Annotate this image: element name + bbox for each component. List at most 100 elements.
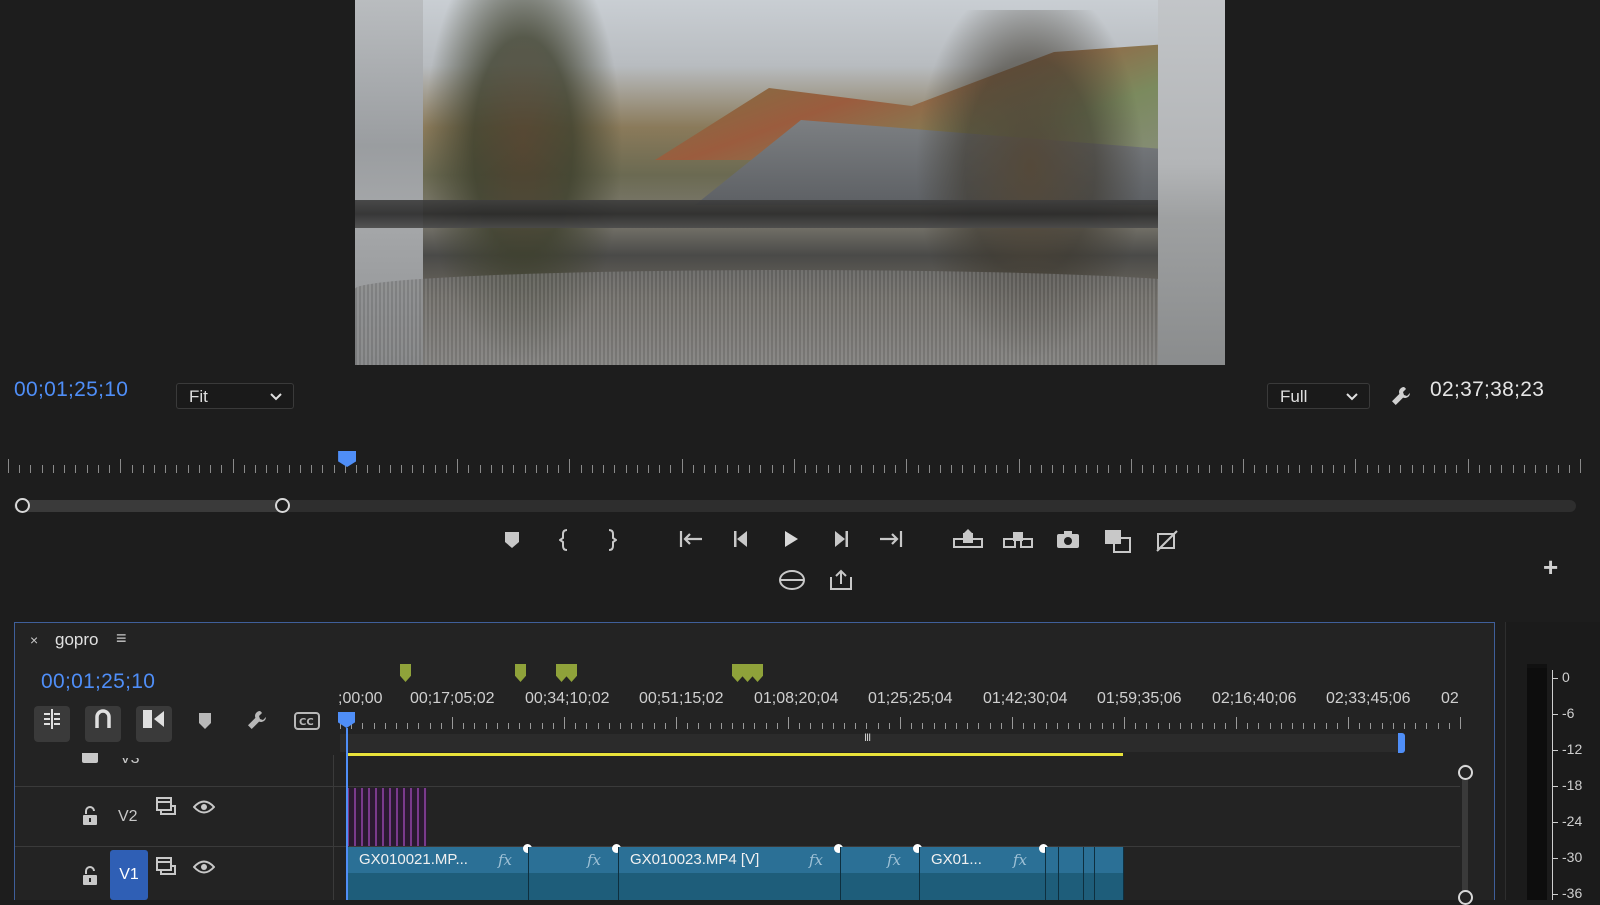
timeline-ruler-tick [743,723,745,729]
close-sequence-icon[interactable]: × [30,632,38,648]
linked-selection-button[interactable] [136,706,172,742]
timeline-clip[interactable]: GX010023.MP4 [V] fx [618,844,843,900]
export-frame-button[interactable] [1053,529,1083,559]
work-area-bar[interactable]: III [340,732,1405,752]
ruler-tick [1467,459,1469,473]
ruler-tick [1377,465,1379,473]
vr-video-button[interactable] [777,569,807,599]
fx-badge[interactable]: fx [587,851,601,869]
timeline-ruler-tick [552,723,554,729]
extract-button[interactable] [1003,529,1033,559]
timeline-settings-button[interactable] [242,709,272,739]
timeline-clip[interactable]: fx [528,844,621,900]
captions-button[interactable]: CC [292,709,322,739]
timeline-ruler-tick [1079,723,1081,729]
fit-dropdown[interactable]: Fit [176,383,294,409]
ruler-tick [1490,465,1492,473]
toggle-proxies-button[interactable] [1152,529,1182,559]
fx-badge[interactable]: fx [1013,851,1027,869]
timeline-ruler-tick [799,723,801,729]
add-marker-timeline-button[interactable] [190,709,220,739]
ruler-tick [591,465,593,473]
mark-out-icon [608,529,618,551]
timeline-clip[interactable]: fx [840,844,922,900]
ruler-tick [580,465,582,473]
db-tick [1552,786,1558,787]
track-name-v2[interactable]: V2 [118,808,138,826]
export-button[interactable] [826,569,856,599]
timeline-current-timecode[interactable]: 00;01;25;10 [41,670,155,694]
timeline-clip[interactable] [1058,847,1084,900]
db-label: -12 [1562,741,1583,757]
proxy-icon [1156,530,1178,552]
fx-badge[interactable]: fx [498,851,512,869]
add-marker-button[interactable] [497,529,527,559]
vr-icon [779,570,805,590]
vertical-zoom-handle-top[interactable] [1458,765,1473,780]
resolution-dropdown[interactable]: Full [1267,383,1370,409]
play-button[interactable] [776,529,806,559]
ruler-tick [176,465,178,473]
wrench-icon[interactable] [1390,385,1412,412]
lock-open-icon[interactable] [82,806,98,831]
go-to-out-button[interactable] [876,529,906,559]
program-time-ruler[interactable] [8,455,1581,475]
step-back-button[interactable] [727,529,757,559]
ruler-tick [951,465,953,473]
ruler-tick [1097,465,1099,473]
panel-menu-icon[interactable]: ≡ [116,628,127,649]
vertical-zoom-handle-bottom[interactable] [1458,890,1473,905]
fx-badge[interactable]: fx [809,851,823,869]
zoom-scrollbar-range[interactable] [22,500,282,512]
comparison-view-button[interactable] [1103,529,1133,559]
eye-icon[interactable] [192,860,216,879]
lock-open-icon[interactable] [82,866,98,891]
ruler-tick [962,465,964,473]
add-button[interactable]: + [1543,552,1558,583]
marker-icon [199,713,211,729]
timeline-ruler-tick [855,723,857,729]
timeline-ruler-tick [989,723,991,729]
ruler-tick [490,465,492,473]
timeline-clip[interactable] [1045,847,1059,900]
timeline-clip[interactable]: GX010021.MP... fx [347,844,532,900]
mark-in-button[interactable] [550,529,580,559]
lift-button[interactable] [953,529,983,559]
fx-badge[interactable]: fx [887,851,901,869]
timeline-ruler-tick [519,723,521,729]
snap-button[interactable] [85,706,121,742]
ruler-tick [165,465,167,473]
sync-lock-icon[interactable] [156,797,176,820]
program-current-timecode[interactable]: 00;01;25;10 [14,378,128,402]
zoom-handle-left[interactable] [15,498,30,513]
timeline-ruler-tick [821,723,823,729]
sync-lock-icon[interactable] [156,857,176,880]
mark-out-button[interactable] [596,529,626,559]
timeline-ruler-tick [463,723,465,729]
ruler-tick [153,465,155,473]
timeline-time-ruler[interactable] [340,717,1461,731]
sequence-tab-name[interactable]: gopro [55,630,98,650]
zoom-handle-right[interactable] [275,498,290,513]
timeline-ruler-tick [978,723,980,729]
ruler-tick [1153,465,1155,473]
v2-graphic-clip[interactable] [347,788,427,846]
timeline-clip[interactable] [1094,847,1124,900]
work-area-grip[interactable]: III [864,732,871,744]
lock-icon[interactable] [82,753,98,763]
work-area-end-handle[interactable] [1398,733,1405,753]
timeline-playhead-line[interactable] [346,728,348,900]
step-forward-button[interactable] [825,529,855,559]
go-to-in-button[interactable] [676,529,706,559]
timeline-ruler-tick [832,723,834,729]
program-video-frame[interactable] [355,0,1225,365]
insert-nest-button[interactable] [34,706,70,742]
timeline-clip[interactable]: GX01... fx [919,844,1048,900]
track-target-v1[interactable]: V1 [110,850,148,900]
timeline-ruler-tick [474,723,476,729]
eye-icon[interactable] [192,800,216,819]
timeline-ruler-tick [1359,723,1361,729]
ruler-tick [917,465,919,473]
ruler-label: 02 [1441,690,1459,707]
track-vertical-scrollbar[interactable] [1462,764,1468,900]
